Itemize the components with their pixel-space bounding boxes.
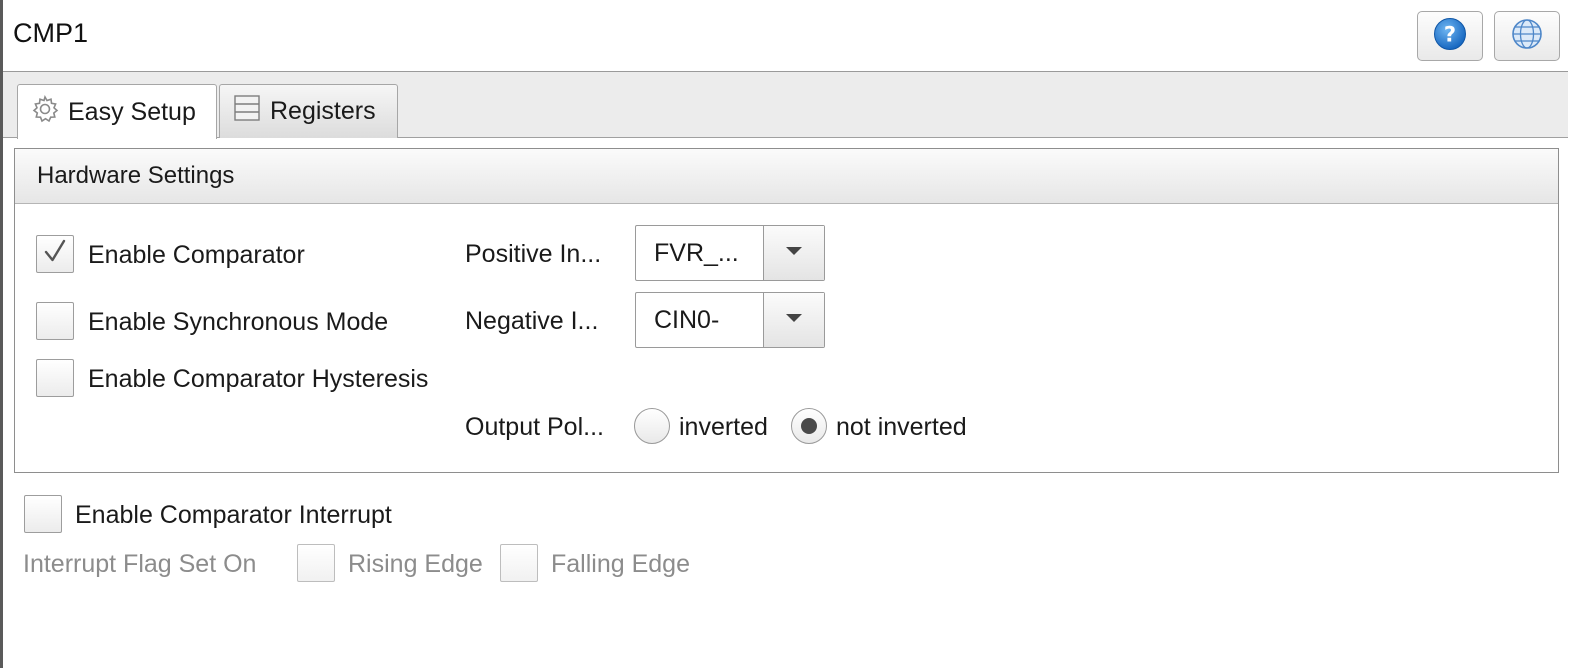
negative-input-select[interactable]: CIN0-	[635, 292, 825, 348]
output-polarity-not-inverted-radio[interactable]	[791, 408, 827, 444]
radio-selected-dot	[801, 418, 817, 434]
globe-button[interactable]	[1494, 11, 1560, 61]
output-polarity-label: Output Pol...	[465, 413, 604, 441]
window-edge-gap	[1568, 0, 1594, 668]
gear-icon	[30, 94, 60, 131]
falling-edge-label: Falling Edge	[551, 550, 690, 578]
tab-strip: Easy Setup Registers	[3, 72, 1568, 139]
chevron-down-icon	[785, 244, 803, 262]
title-bar: CMP1 ?	[3, 0, 1568, 72]
enable-comparator-interrupt-checkbox[interactable]	[24, 495, 62, 533]
falling-edge-checkbox[interactable]	[500, 544, 538, 582]
checkmark-icon	[41, 238, 69, 271]
hardware-settings-header: Hardware Settings	[15, 149, 1558, 204]
enable-comparator-interrupt-label: Enable Comparator Interrupt	[75, 501, 392, 529]
output-polarity-not-inverted-label: not inverted	[836, 413, 967, 441]
output-polarity-inverted-label: inverted	[679, 413, 768, 441]
enable-hysteresis-label: Enable Comparator Hysteresis	[88, 365, 429, 393]
interrupt-flag-label: Interrupt Flag Set On	[23, 550, 257, 578]
positive-input-value: FVR_...	[636, 226, 764, 280]
chevron-down-icon	[785, 311, 803, 329]
output-polarity-inverted-radio[interactable]	[634, 408, 670, 444]
enable-comparator-label: Enable Comparator	[88, 241, 305, 269]
negative-input-value: CIN0-	[636, 293, 764, 347]
tab-registers-label: Registers	[270, 97, 376, 125]
help-button[interactable]: ?	[1417, 11, 1483, 61]
positive-input-select[interactable]: FVR_...	[635, 225, 825, 281]
globe-icon	[1510, 17, 1544, 56]
positive-input-dropdown-button[interactable]	[764, 226, 824, 280]
rising-edge-checkbox[interactable]	[297, 544, 335, 582]
enable-comparator-checkbox[interactable]	[36, 235, 74, 273]
cmp1-window: CMP1 ? Easy Setup Registers Hardware Set…	[0, 0, 1568, 668]
enable-hysteresis-checkbox[interactable]	[36, 359, 74, 397]
positive-input-label: Positive In...	[465, 240, 602, 268]
svg-text:?: ?	[1444, 22, 1456, 46]
negative-input-label: Negative I...	[465, 307, 599, 335]
tab-easy-setup-label: Easy Setup	[68, 97, 196, 126]
question-mark-icon: ?	[1433, 17, 1467, 56]
list-icon	[232, 93, 262, 130]
tab-registers[interactable]: Registers	[219, 84, 398, 138]
tab-easy-setup[interactable]: Easy Setup	[17, 84, 217, 139]
hardware-settings-panel: Hardware Settings Enable Comparator Enab…	[14, 148, 1559, 473]
window-title: CMP1	[13, 18, 89, 48]
enable-synchronous-mode-checkbox[interactable]	[36, 302, 74, 340]
negative-input-dropdown-button[interactable]	[764, 293, 824, 347]
enable-synchronous-mode-label: Enable Synchronous Mode	[88, 308, 389, 336]
rising-edge-label: Rising Edge	[348, 550, 483, 578]
